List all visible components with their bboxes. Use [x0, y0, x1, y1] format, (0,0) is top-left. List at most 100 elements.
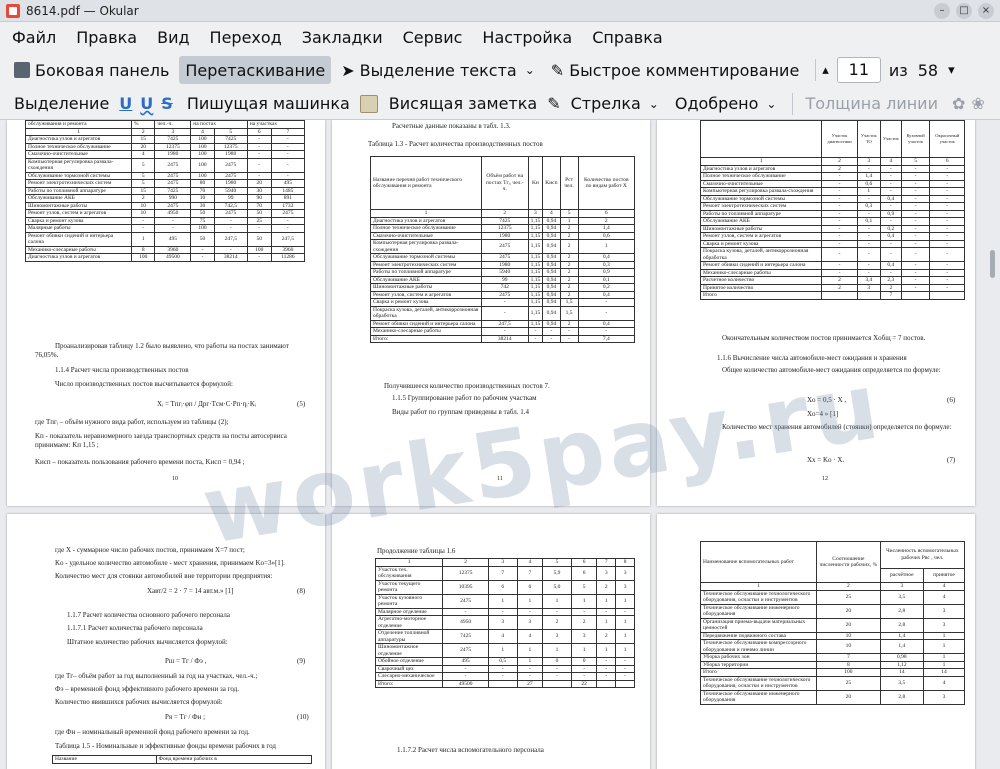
- table-cell: 2: [559, 224, 579, 233]
- line-width-control[interactable]: Толщина линии: [799, 90, 944, 118]
- menu-edit[interactable]: Правка: [68, 28, 145, 47]
- table-cell: 4: [516, 558, 544, 567]
- table-cell: 1,15: [527, 239, 544, 254]
- vertical-scrollbar[interactable]: [985, 120, 1000, 769]
- menu-tools[interactable]: Сервис: [395, 28, 471, 47]
- table-cell: 2: [442, 558, 489, 567]
- table-cell: 2: [821, 164, 858, 173]
- scrollbar-thumb[interactable]: [990, 250, 995, 278]
- table-cell: 3: [516, 615, 544, 630]
- quick-comment-button[interactable]: ✎ Быстрое комментирование: [545, 56, 806, 84]
- table-row: Компьютерная регулировка развала-схожден…: [699, 187, 965, 196]
- table-cell: Ремонт обивки сидений и интерьера салона: [370, 319, 482, 328]
- main-toolbar: Боковая панель Перетаскивание ➤ Выделени…: [0, 52, 1000, 88]
- table-cell: 1: [596, 643, 617, 658]
- table-cell: -: [615, 657, 635, 666]
- p13-formula: Pя = Tг / Фн ;: [165, 713, 206, 721]
- table-row: Ремонт электротехнических систем -0,3- - -: [699, 202, 965, 211]
- table-cell: Шиномонтажные работы: [370, 283, 482, 292]
- table-cell: -: [270, 216, 306, 225]
- typewriter-tool[interactable]: Пишущая машинка: [181, 90, 356, 118]
- table-cell: 2: [559, 283, 579, 292]
- table-cell: 1,15: [527, 260, 544, 269]
- opacity-icon[interactable]: ❀: [971, 94, 984, 113]
- table-cell: 1,5: [559, 305, 579, 321]
- table-cell: Сварка и ремонт кузова: [24, 216, 133, 225]
- color-icon[interactable]: ✿: [952, 94, 965, 113]
- arrow-tool[interactable]: Стрелка ⌄: [565, 90, 665, 118]
- underline-icon[interactable]: U: [119, 94, 132, 113]
- previous-page-icon[interactable]: ▴: [822, 63, 829, 78]
- menu-bookmarks[interactable]: Закладки: [294, 28, 391, 47]
- table-cell: 0,4: [577, 319, 636, 328]
- table-cell: -: [246, 171, 272, 180]
- table-cell: 0,98: [879, 653, 925, 662]
- menu-view[interactable]: Вид: [149, 28, 197, 47]
- stamp-tool[interactable]: Одобрено ⌄: [669, 90, 783, 118]
- menu-file[interactable]: Файл: [4, 28, 64, 47]
- highlight-tool[interactable]: Выделение: [8, 90, 115, 118]
- table-row: Обслуживание АКБ -0,1- - -: [699, 217, 965, 226]
- minimize-button[interactable]: –: [934, 3, 950, 19]
- table-cell: 25: [816, 589, 881, 605]
- table-cell: 1485: [270, 186, 306, 195]
- table-cell: 2: [559, 231, 579, 240]
- table-cell: 2: [559, 290, 579, 299]
- table-cell: 50: [246, 231, 272, 247]
- table-cell: 20: [816, 603, 881, 619]
- table-cell: Техническое обслуживание технологическог…: [699, 675, 818, 691]
- table-cell: 0,6: [577, 231, 636, 240]
- chevron-down-icon[interactable]: ⌄: [525, 63, 535, 77]
- table-cell: %: [131, 120, 156, 129]
- p13-table-caption: Таблица 1.5 - Номинальные и эффективные …: [55, 742, 276, 750]
- table-cell: Участок диагностики: [821, 120, 858, 158]
- text-select-button[interactable]: ➤ Выделение текста ⌄: [335, 56, 541, 84]
- drag-label: Перетаскивание: [185, 60, 326, 80]
- annotation-toolbar: Выделение U U S Пишущая машинка Висящая …: [0, 88, 1000, 120]
- table-cell: -: [246, 157, 272, 173]
- table-cell: 2,3: [879, 276, 902, 285]
- p10-definition: где Tпгᵢ – объём нужного вида работ, исп…: [35, 418, 229, 426]
- table-cell: -: [929, 209, 965, 218]
- chevron-down-icon[interactable]: ⌄: [649, 97, 659, 111]
- table-cell: обслуживания и ремонта: [24, 120, 133, 129]
- sidebar-button[interactable]: Боковая панель: [8, 56, 175, 84]
- drag-tool-button[interactable]: Перетаскивание: [179, 56, 332, 84]
- table-cell: Ремонт узлов, систем и агрегатов: [370, 290, 482, 299]
- table-cell: -: [900, 239, 931, 248]
- table-row: Обслуживание тормозной системы 2475 1,15 0,…: [370, 253, 636, 262]
- next-page-icon[interactable]: ▾: [948, 63, 955, 78]
- close-button[interactable]: ×: [978, 3, 994, 19]
- menu-settings[interactable]: Настройка: [474, 28, 580, 47]
- table-row: Работы по топливной аппаратуре - -0,9- -: [699, 209, 965, 218]
- table-cell: Смазочно-очистительные: [370, 231, 482, 240]
- table-cell: Полное техническое обслуживание: [24, 142, 133, 151]
- table-cell: 0,94: [542, 260, 561, 269]
- table-cell: -: [900, 247, 931, 262]
- table-colnum-row: 1234567: [24, 127, 306, 136]
- document-viewport[interactable]: обслуживания и ремонта% чел.-ч. на постах н…: [0, 120, 985, 769]
- table-cell: 5,9: [542, 565, 572, 581]
- p13-text: Штатное количество рабочих вычисляется ф…: [67, 638, 228, 646]
- table-cell: 100: [246, 245, 272, 254]
- maximize-button[interactable]: □: [956, 3, 972, 19]
- table-cell: 1,4: [856, 172, 881, 181]
- menu-help[interactable]: Справка: [584, 28, 671, 47]
- table-cell: -: [246, 142, 272, 151]
- p10-formula-number: (5): [297, 400, 306, 408]
- sticky-note-tool[interactable]: Висящая заметка: [383, 90, 543, 118]
- table-cell: 7425: [154, 135, 192, 144]
- table-cell: 5: [559, 209, 579, 218]
- table-cell: 2475: [154, 171, 192, 180]
- table-row: Малярные работы - -100- - -: [24, 224, 306, 233]
- strikeout-icon[interactable]: S: [161, 94, 173, 113]
- table-cell: [542, 679, 572, 688]
- menu-go[interactable]: Переход: [202, 28, 290, 47]
- squiggle-icon[interactable]: U: [140, 94, 153, 113]
- table-cell: -: [900, 224, 931, 233]
- table-cell: 4950: [154, 209, 192, 218]
- table-row: Итого 7: [699, 291, 965, 300]
- table-cell: 247,5: [270, 231, 306, 247]
- page-number-input[interactable]: 11: [836, 57, 881, 83]
- chevron-down-icon[interactable]: ⌄: [766, 97, 776, 111]
